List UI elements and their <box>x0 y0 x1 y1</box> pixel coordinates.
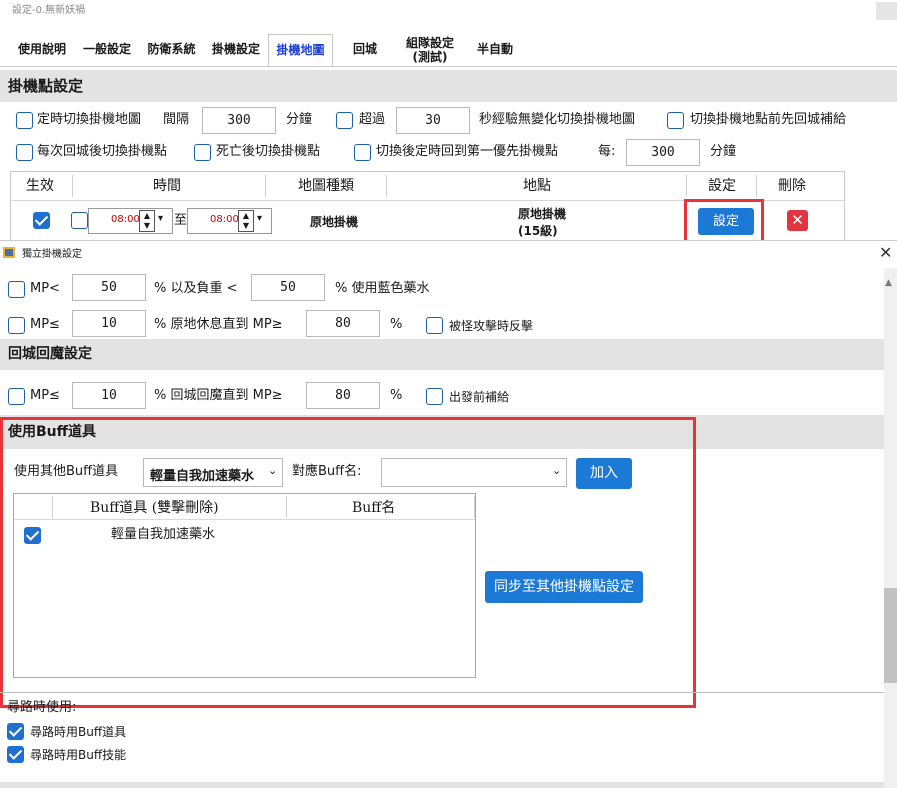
counter-attack-checkbox[interactable] <box>426 317 443 334</box>
rest-pct-label: % <box>390 317 403 332</box>
location-line2: (15級) <box>518 224 558 238</box>
dialog-window: 獨立掛機設定 ✕ ▲ MP< 50 % 以及負重 < 50 % 使用藍色藥水 M… <box>0 240 897 788</box>
scroll-up-icon[interactable]: ▲ <box>885 274 892 292</box>
location-line1: 原地掛機 <box>518 207 567 221</box>
header-map-type: 地圖種類 <box>298 178 354 194</box>
exceed-input[interactable]: 30 <box>396 107 470 134</box>
supply-before-depart-checkbox[interactable] <box>426 388 443 405</box>
dialog-bottom-strip <box>0 782 884 788</box>
switch-after-death-checkbox[interactable] <box>194 144 211 161</box>
header-divider <box>386 175 387 197</box>
return-until-input[interactable]: 80 <box>306 382 380 409</box>
row-enabled-checkbox[interactable] <box>33 212 50 229</box>
weight-input[interactable]: 50 <box>251 274 325 301</box>
switch-after-return-label: 每次回城後切換掛機點 <box>37 144 168 159</box>
tab-afk-settings[interactable]: 掛機設定 <box>205 34 267 66</box>
header-divider <box>265 175 266 197</box>
back-first-label: 切換後定時回到第一優先掛機點 <box>376 144 559 159</box>
top-window: 設定-0.無新妖禍 使用說明 一般設定 防衛系統 掛機設定 掛機地圖 回城 組隊… <box>0 0 897 251</box>
header-divider <box>686 175 687 197</box>
weight-label: % 以及負重 < <box>154 281 238 296</box>
exp-unchanged-label: 秒經驗無變化切換掛機地圖 <box>479 112 636 127</box>
return-supply-checkbox[interactable] <box>667 112 684 129</box>
timed-switch-label: 定時切換掛機地圖 <box>37 112 142 127</box>
buff-highlight-frame <box>0 417 696 708</box>
row-time-checkbox[interactable] <box>71 212 88 229</box>
map-type-value: 原地掛機 <box>310 215 359 229</box>
return-supply-label: 切換掛機地點前先回城補給 <box>690 112 847 127</box>
time-to-label: 至 <box>174 213 188 228</box>
header-divider <box>72 175 73 197</box>
tab-defense[interactable]: 防衛系統 <box>140 34 203 66</box>
exceed-label: 超過 <box>359 112 386 127</box>
tab-afk-map[interactable]: 掛機地圖 <box>268 34 333 66</box>
every-label: 每: <box>598 144 616 159</box>
exceed-checkbox[interactable] <box>336 112 353 129</box>
interval-label: 間隔 <box>163 112 190 127</box>
interval-input[interactable]: 300 <box>202 107 276 134</box>
pathing-buff-skill-label: 尋路時用Buff技能 <box>30 748 127 762</box>
return-pct-label: % <box>390 388 403 403</box>
tab-general[interactable]: 一般設定 <box>76 34 138 66</box>
dialog-title: 獨立掛機設定 <box>22 249 82 260</box>
time-to-picker[interactable]: 08:00 ▲ ▼ ▾ <box>187 208 272 234</box>
return-until-label: % 回城回魔直到 MP≥ <box>154 388 283 403</box>
time-from-spinner[interactable]: ▲ ▼ <box>139 210 155 232</box>
header-settings: 設定 <box>708 178 736 194</box>
back-first-checkbox[interactable] <box>354 144 371 161</box>
afk-point-section-title: 掛機點設定 <box>0 70 897 102</box>
tab-return-town[interactable]: 回城 <box>335 34 395 66</box>
time-to-value: 08:00 <box>210 214 239 225</box>
time-to-dropdown-icon[interactable]: ▾ <box>257 213 262 224</box>
tab-instructions[interactable]: 使用說明 <box>10 34 74 66</box>
tab-bar-line <box>0 66 897 67</box>
delete-icon[interactable]: ✕ <box>787 210 808 231</box>
pathing-buff-skill-checkbox[interactable] <box>7 746 24 763</box>
switch-after-death-label: 死亡後切換掛機點 <box>216 144 321 159</box>
rest-until-label: % 原地休息直到 MP≥ <box>154 317 283 332</box>
dialog-app-icon <box>3 247 15 258</box>
counter-attack-label: 被怪攻擊時反擊 <box>449 319 534 333</box>
interval-minutes-label: 分鐘 <box>286 112 313 127</box>
window-title: 設定-0.無新妖禍 <box>12 5 86 16</box>
pathing-divider <box>0 692 884 693</box>
mp-le-label: MP≤ <box>30 317 60 332</box>
timed-switch-checkbox[interactable] <box>16 112 33 129</box>
tab-semi-auto[interactable]: 半自動 <box>465 34 525 66</box>
switch-after-return-checkbox[interactable] <box>16 144 33 161</box>
time-from-value: 08:00 <box>111 214 140 225</box>
header-location: 地點 <box>523 178 551 194</box>
header-delete: 刪除 <box>778 178 806 194</box>
mp-rest-checkbox[interactable] <box>8 317 25 334</box>
window-control-button[interactable] <box>876 2 897 20</box>
mp-potion-checkbox[interactable] <box>8 281 25 298</box>
rest-until-input[interactable]: 80 <box>306 310 380 337</box>
time-from-picker[interactable]: 08:00 ▲ ▼ ▾ <box>88 208 173 234</box>
header-divider <box>756 175 757 197</box>
mp-less-label: MP< <box>30 281 60 296</box>
every-input[interactable]: 300 <box>626 139 700 166</box>
dialog-close-icon[interactable]: ✕ <box>879 244 892 262</box>
time-from-dropdown-icon[interactable]: ▾ <box>158 213 163 224</box>
pathing-buff-item-checkbox[interactable] <box>7 723 24 740</box>
dialog-scrollbar-track[interactable] <box>884 268 897 788</box>
return-mp-section-title: 回城回魔設定 <box>0 339 884 370</box>
pathing-label: 尋路時使用: <box>7 700 77 715</box>
return-mp-le-label: MP≤ <box>30 388 60 403</box>
mp-potion-input[interactable]: 50 <box>72 274 146 301</box>
tab-party[interactable]: 組隊設定 (測試) <box>397 34 463 66</box>
time-to-spinner[interactable]: ▲ ▼ <box>238 210 254 232</box>
dialog-scrollbar-thumb[interactable] <box>884 588 897 683</box>
return-mp-input[interactable]: 10 <box>72 382 146 409</box>
supply-before-depart-label: 出發前補給 <box>449 390 510 404</box>
mp-rest-input[interactable]: 10 <box>72 310 146 337</box>
pathing-buff-item-label: 尋路時用Buff道具 <box>30 725 127 739</box>
return-mp-checkbox[interactable] <box>8 388 25 405</box>
header-time: 時間 <box>153 178 181 194</box>
every-minutes-label: 分鐘 <box>710 144 737 159</box>
use-blue-potion-label: % 使用藍色藥水 <box>335 281 430 296</box>
header-enabled: 生效 <box>26 178 54 194</box>
